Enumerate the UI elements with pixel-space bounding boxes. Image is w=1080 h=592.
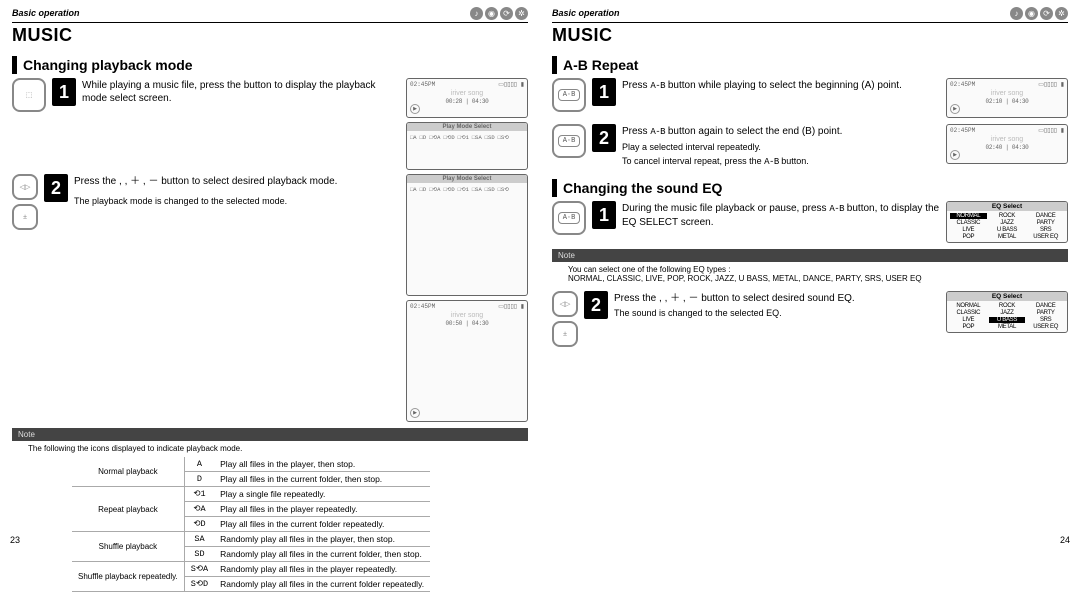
ab-step2-text: Press A-B button again to select the end… (622, 124, 940, 169)
music-heading: MUSIC (12, 25, 528, 46)
note-icon: ♪ (470, 7, 483, 20)
step-number-1: 1 (592, 78, 616, 106)
lcd-ab-2: 02:45PM▭▯▯▯▯ ▮ iriver song 02:40 | 04:30… (946, 124, 1068, 164)
ab-step1-text: Press A-B button while playing to select… (622, 78, 940, 93)
lcd-time: 00:28 | 04:30 (410, 98, 524, 105)
dpad-icon: ◁▷ (552, 291, 578, 317)
eq-note-bar: Note (552, 249, 1068, 262)
dpad-icon: ◁▷ (12, 174, 38, 200)
page-left: Basic operation ♪ ◉ ⟳ ✲ MUSIC Changing p… (0, 0, 540, 549)
page-right: Basic operation ♪ ◉ ⟳ ✲ MUSIC A-B Repeat… (540, 0, 1080, 549)
section-title-eq: Changing the sound EQ (552, 179, 1068, 197)
header-icons: ♪ ◉ ⟳ ✲ (470, 7, 528, 20)
clock-icon: ⟳ (1040, 7, 1053, 20)
play-icon: ▶ (950, 150, 960, 160)
section-bar-icon (12, 56, 17, 74)
lcd-song: iriver song (410, 90, 524, 97)
eq-select-box-1: EQ Select NORMALROCKDANCE CLASSICJAZZPAR… (946, 201, 1068, 243)
playback-mode-table: Normal playbackAPlay all files in the pl… (72, 457, 430, 592)
section-text: Changing playback mode (23, 57, 193, 73)
lcd-now-playing-2: 02:45PM▭▯▯▯▯ ▮ iriver song 00:50 | 04:30… (406, 300, 528, 422)
manual-spread: Basic operation ♪ ◉ ⟳ ✲ MUSIC Changing p… (0, 0, 1080, 549)
lcd-mode-select-2: Play Mode Select □A□D□⟲A□⟲D□⟲1□SA□SD□S⟲ (406, 174, 528, 296)
header-rule (552, 22, 1068, 23)
section-title-playback: Changing playback mode (12, 56, 528, 74)
breadcrumb: Basic operation (552, 8, 620, 18)
page-number-left: 23 (10, 535, 20, 545)
breadcrumb: Basic operation (12, 8, 80, 18)
header-icons: ♪ ◉ ⟳ ✲ (1010, 7, 1068, 20)
globe-icon: ◉ (485, 7, 498, 20)
step-1-text: While playing a music file, press the bu… (82, 78, 400, 105)
section-title-ab: A-B Repeat (552, 56, 1068, 74)
step-2-a: Press the , , ＋ , － button to select des… (74, 175, 400, 188)
note-icon: ♪ (1010, 7, 1023, 20)
page-header: Basic operation ♪ ◉ ⟳ ✲ (12, 6, 528, 20)
clock-icon: ⟳ (500, 7, 513, 20)
play-icon: ▶ (410, 408, 420, 418)
plusminus-icon: ± (12, 204, 38, 230)
step-number-2: 2 (44, 174, 68, 202)
play-icon: ▶ (410, 104, 420, 114)
lcd-ab-1: 02:45PM▭▯▯▯▯ ▮ iriver song 02:10 | 04:30… (946, 78, 1068, 118)
eq-step-2: ◁▷ ± 2 Press the , , ＋ , － button to sel… (552, 291, 1068, 347)
step-number-2: 2 (584, 291, 608, 319)
eq-select-box-2: EQ Select NORMALROCKDANCE CLASSICJAZZPAR… (946, 291, 1068, 333)
lcd-mode-select-1: Play Mode Select □A□D□⟲A□⟲D□⟲1□SA□SD□S⟲ (406, 122, 528, 170)
step-number-2: 2 (592, 124, 616, 152)
step-2-b: The playback mode is changed to the sele… (74, 196, 400, 208)
step-2-text: Press the , , ＋ , － button to select des… (74, 174, 400, 208)
step-number-1: 1 (52, 78, 76, 106)
gear-icon: ✲ (515, 7, 528, 20)
device-button-icon: ⬚ (12, 78, 46, 112)
gear-icon: ✲ (1055, 7, 1068, 20)
ab-step-2: A·B 2 Press A-B button again to select t… (552, 124, 1068, 169)
eq-step-1: A·B 1 During the music file playback or … (552, 201, 1068, 243)
lcd-title: Play Mode Select (407, 123, 527, 131)
ab-button-icon: A·B (552, 201, 586, 235)
section-bar-icon (552, 179, 557, 197)
eq-step1-text: During the music file playback or pause,… (622, 201, 940, 229)
step-number-1: 1 (592, 201, 616, 229)
lcd-now-playing: 02:45PM▭▯▯▯▯ ▮ iriver song 00:28 | 04:30… (406, 78, 528, 118)
ab-button-icon: A·B (552, 124, 586, 158)
plusminus-icon: ± (552, 321, 578, 347)
eq-step2-text: Press the , , ＋ , － button to select des… (614, 291, 940, 320)
ab-step-1: A·B 1 Press A-B button while playing to … (552, 78, 1068, 118)
ab-button-icon: A·B (552, 78, 586, 112)
step-1-row: ⬚ 1 While playing a music file, press th… (12, 78, 528, 118)
play-icon: ▶ (950, 104, 960, 114)
section-text: A-B Repeat (563, 57, 638, 73)
note-bar: Note (12, 428, 528, 441)
section-text: Changing the sound EQ (563, 180, 722, 196)
note-intro: The following the icons displayed to ind… (12, 441, 528, 455)
page-number-right: 24 (1060, 535, 1070, 545)
header-rule (12, 22, 528, 23)
step-2-row: ◁▷ ± 2 Press the , , ＋ , － button to sel… (12, 174, 528, 422)
eq-note-body: You can select one of the following EQ t… (552, 262, 1068, 285)
page-header: Basic operation ♪ ◉ ⟳ ✲ (552, 6, 1068, 20)
globe-icon: ◉ (1025, 7, 1038, 20)
music-heading: MUSIC (552, 25, 1068, 46)
section-bar-icon (552, 56, 557, 74)
